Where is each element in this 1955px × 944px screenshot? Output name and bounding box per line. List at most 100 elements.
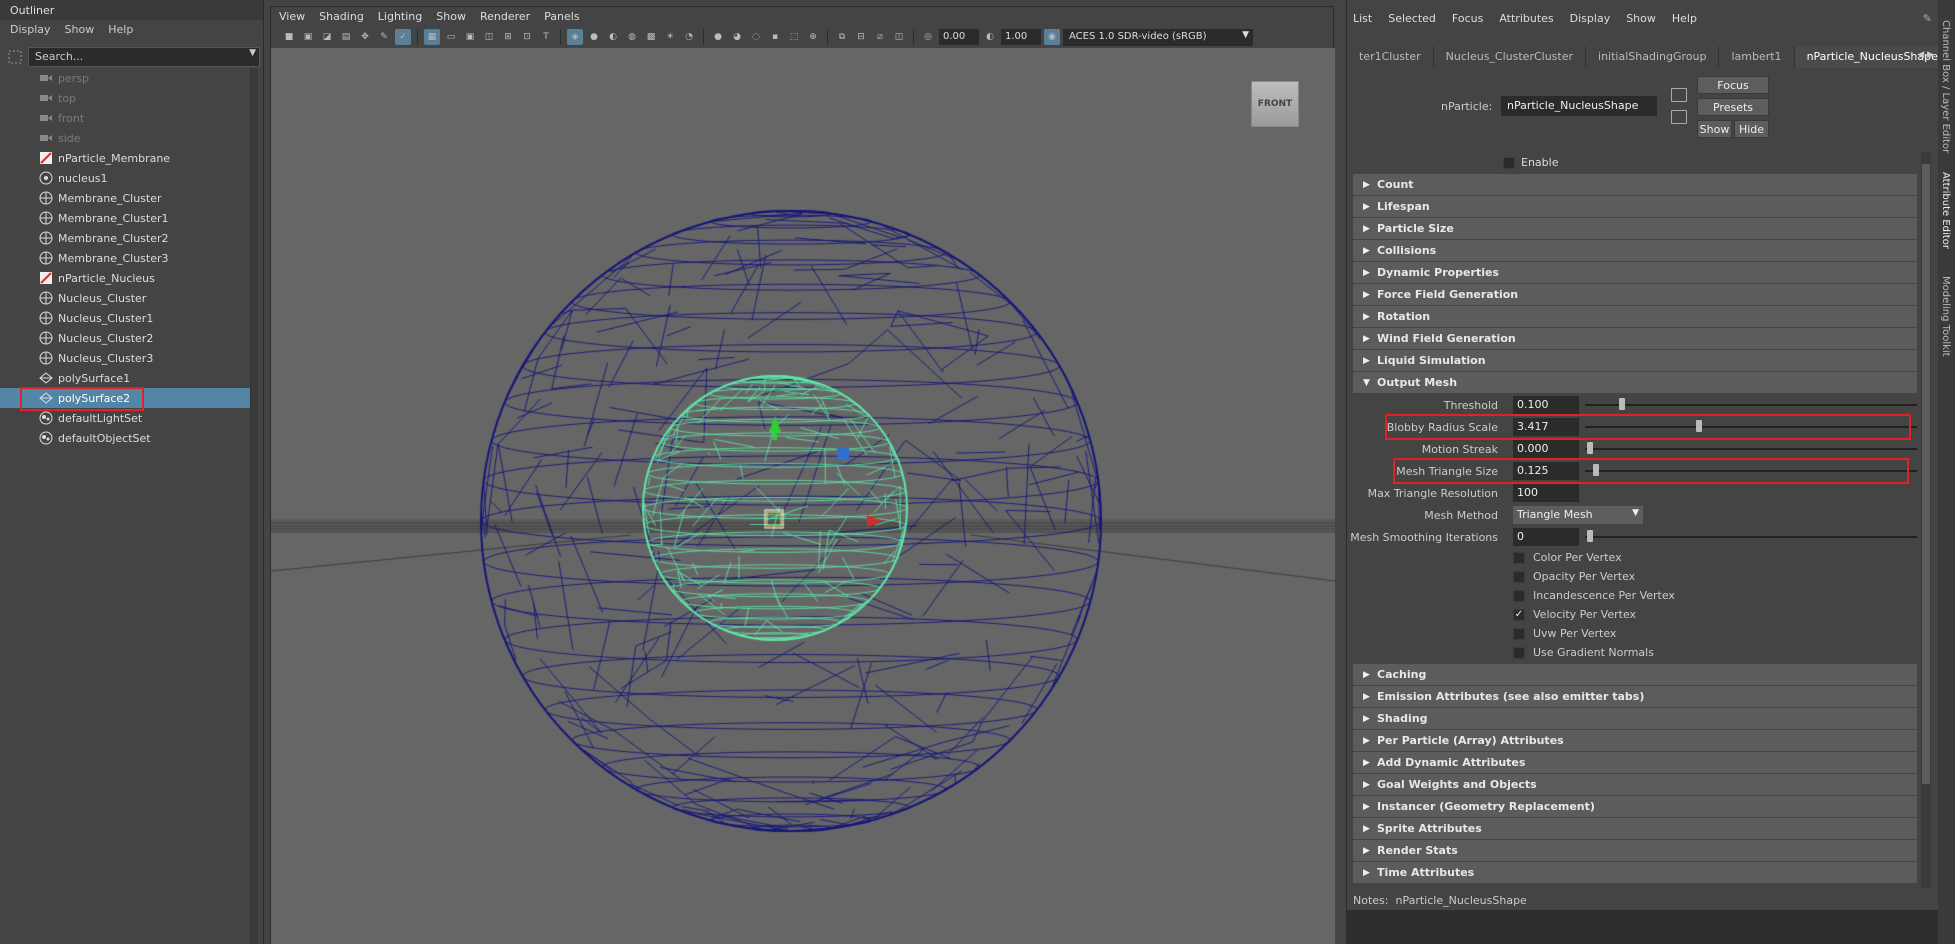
section-rotation[interactable]: ▶ Rotation [1353, 306, 1917, 328]
viewport-menu-panels[interactable]: Panels [544, 10, 579, 23]
viewport-menu-shading[interactable]: Shading [319, 10, 364, 23]
outliner-menu-display[interactable]: Display [10, 23, 51, 39]
outliner-item[interactable]: persp [0, 68, 250, 88]
section-output-mesh[interactable]: ▼ Output Mesh [1353, 372, 1917, 394]
checkbox[interactable] [1513, 627, 1525, 640]
select-camera-icon[interactable]: ■ [281, 29, 297, 45]
mesh-method-dropdown[interactable]: Triangle Mesh ▼ [1513, 506, 1643, 524]
outliner-item[interactable]: Nucleus_Cluster [0, 288, 250, 308]
blobby-radius-slider-handle[interactable] [1695, 420, 1702, 432]
viewport-menu-lighting[interactable]: Lighting [378, 10, 422, 23]
blobby-radius-slider[interactable] [1585, 426, 1917, 428]
color-space-dropdown[interactable]: ACES 1.0 SDR-video (sRGB) ▼ [1063, 28, 1253, 46]
viewport-3d-scene[interactable] [271, 48, 1335, 944]
outliner-item[interactable]: side [0, 128, 250, 148]
outliner-search-input[interactable]: Search... [28, 47, 260, 67]
section-force-field-generation[interactable]: ▶ Force Field Generation [1353, 284, 1917, 306]
section-particle-size[interactable]: ▶ Particle Size [1353, 218, 1917, 240]
scene-canvas[interactable] [271, 48, 1335, 944]
attr-menu-list[interactable]: List [1353, 12, 1372, 28]
outliner-item[interactable]: defaultObjectSet [0, 428, 250, 448]
focus-button[interactable]: Focus [1697, 76, 1769, 94]
gamma-field[interactable]: 1.00 [1001, 29, 1041, 45]
attr-scrollbar-thumb[interactable] [1922, 164, 1930, 784]
attr-menu-focus[interactable]: Focus [1452, 12, 1483, 28]
backface-icon[interactable]: ⧄ [872, 29, 888, 45]
hud-icon[interactable]: ◫ [891, 29, 907, 45]
attr-scrollbar[interactable] [1921, 152, 1931, 888]
color-management-icon[interactable]: ◉ [1044, 29, 1060, 45]
outliner-item[interactable]: nParticle_Membrane [0, 148, 250, 168]
outliner-menu-help[interactable]: Help [108, 23, 133, 39]
gate-mask-icon[interactable]: ◫ [481, 29, 497, 45]
max-triangle-resolution-field[interactable]: 100 [1513, 484, 1579, 502]
section-add-dynamic-attributes[interactable]: ▶ Add Dynamic Attributes [1353, 752, 1917, 774]
tab-attribute-editor[interactable]: Attribute Editor [1940, 172, 1951, 249]
mesh-smoothing-field[interactable]: 0 [1513, 528, 1579, 546]
outliner-item[interactable]: defaultLightSet [0, 408, 250, 428]
section-render-stats[interactable]: ▶ Render Stats [1353, 840, 1917, 862]
section-liquid-simulation[interactable]: ▶ Liquid Simulation [1353, 350, 1917, 372]
threshold-slider[interactable] [1585, 404, 1917, 406]
attr-menu-selected[interactable]: Selected [1388, 12, 1436, 28]
ambient-occlusion-icon[interactable]: ● [710, 29, 726, 45]
attr-menu-show[interactable]: Show [1626, 12, 1656, 28]
attr-menu-help[interactable]: Help [1672, 12, 1697, 28]
xray-active-icon[interactable]: ⊟ [853, 29, 869, 45]
tab-ter1cluster[interactable]: ter1Cluster [1347, 46, 1434, 68]
attr-menu-display[interactable]: Display [1570, 12, 1611, 28]
outliner-scrollbar[interactable] [250, 68, 258, 944]
safe-title-icon[interactable]: T [538, 29, 554, 45]
section-wind-field-generation[interactable]: ▶ Wind Field Generation [1353, 328, 1917, 350]
mesh-triangle-size-field[interactable]: 0.125 [1513, 462, 1579, 480]
blobby-radius-field[interactable]: 3.417 [1513, 418, 1579, 436]
outliner-menu-show[interactable]: Show [65, 23, 95, 39]
viewport-menu-renderer[interactable]: Renderer [480, 10, 530, 23]
output-connection-icon[interactable] [1671, 110, 1687, 124]
xray-joints-icon[interactable]: ⧉ [834, 29, 850, 45]
exposure-field[interactable]: 0.00 [939, 29, 979, 45]
enable-checkbox[interactable] [1503, 156, 1515, 169]
pin-icon[interactable]: ✎ [1923, 12, 1932, 25]
checkbox[interactable] [1513, 589, 1525, 602]
section-count[interactable]: ▶ Count [1353, 174, 1917, 196]
outliner-item[interactable]: Nucleus_Cluster2 [0, 328, 250, 348]
section-emission-attributes-see-also-emitter-tabs[interactable]: ▶ Emission Attributes (see also emitter t… [1353, 686, 1917, 708]
viewport-panel[interactable]: View Shading Lighting Show Renderer Pane… [270, 6, 1335, 944]
grid-icon[interactable]: ▦ [424, 29, 440, 45]
outliner-item[interactable]: Membrane_Cluster2 [0, 228, 250, 248]
presets-button[interactable]: Presets [1697, 98, 1769, 116]
isolate-select-icon[interactable]: ⬚ [786, 29, 802, 45]
node-name-field[interactable]: nParticle_NucleusShape [1501, 96, 1657, 116]
2d-pan-icon[interactable]: ✥ [357, 29, 373, 45]
filter-icon[interactable] [8, 50, 22, 64]
field-chart-icon[interactable]: ⊞ [500, 29, 516, 45]
checkbox[interactable] [1513, 646, 1525, 659]
outliner-item[interactable]: Nucleus_Cluster1 [0, 308, 250, 328]
resolution-gate-icon[interactable]: ▣ [462, 29, 478, 45]
notes-field[interactable] [1347, 910, 1939, 944]
mesh-triangle-size-slider-handle[interactable] [1593, 464, 1600, 476]
image-plane-icon[interactable]: ▤ [338, 29, 354, 45]
checkbox[interactable] [1513, 551, 1525, 564]
motion-streak-slider-handle[interactable] [1587, 442, 1593, 454]
anti-aliasing-icon[interactable]: ◌ [748, 29, 764, 45]
wireframe-icon[interactable]: ◈ [567, 29, 583, 45]
shadows-icon[interactable]: ◔ [681, 29, 697, 45]
outliner-item[interactable]: top [0, 88, 250, 108]
tab-channel-box[interactable]: Channel Box / Layer Editor [1940, 20, 1951, 153]
mesh-triangle-size-slider[interactable] [1585, 470, 1917, 472]
section-goal-weights-and-objects[interactable]: ▶ Goal Weights and Objects [1353, 774, 1917, 796]
film-gate-icon[interactable]: ▭ [443, 29, 459, 45]
outliner-item[interactable]: Membrane_Cluster3 [0, 248, 250, 268]
outliner-item[interactable]: front [0, 108, 250, 128]
outliner-item[interactable]: nucleus1 [0, 168, 250, 188]
section-caching[interactable]: ▶ Caching [1353, 664, 1917, 686]
section-instancer-geometry-replacement[interactable]: ▶ Instancer (Geometry Replacement) [1353, 796, 1917, 818]
checkbox[interactable] [1513, 570, 1525, 583]
outliner-item[interactable]: polySurface1 [0, 368, 250, 388]
tab-modeling-toolkit[interactable]: Modeling Toolkit [1940, 276, 1951, 357]
outliner-item[interactable]: Membrane_Cluster1 [0, 208, 250, 228]
show-button[interactable]: Show [1697, 120, 1732, 138]
section-sprite-attributes[interactable]: ▶ Sprite Attributes [1353, 818, 1917, 840]
